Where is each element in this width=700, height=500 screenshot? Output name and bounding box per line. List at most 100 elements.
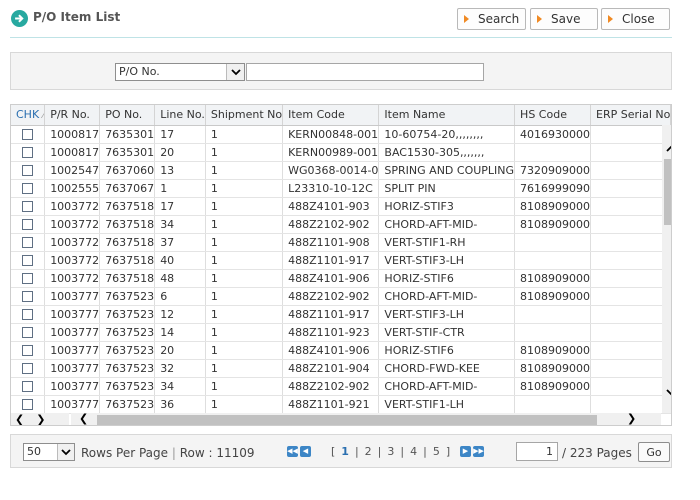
save-button[interactable]: Save [530,8,598,30]
chevron-down-icon[interactable] [57,444,74,460]
table-row[interactable]: 1003777 7637523 20 1 488Z4101-906 HORIZ-STIF6… [11,341,671,360]
page-link[interactable]: 4 [410,445,417,458]
header: P/O Item List Search Save Close [0,0,700,38]
go-button[interactable]: Go [638,442,670,462]
table-row[interactable]: 1003777 7637523 12 1 488Z1101-917 VERT-STIF3-… [11,305,671,324]
row-checkbox[interactable] [22,237,34,248]
search-button[interactable]: Search [457,8,526,30]
row-checkbox-cell[interactable] [11,395,46,414]
page-title: P/O Item List [33,10,121,24]
table-row[interactable]: 1000817 7635301 17 1 KERN00848-001 10-60754-2… [11,125,671,144]
table-row[interactable]: 1003777 7637523 36 1 488Z1101-921 VERT-STIF1-… [11,395,671,414]
scroll-right-icon[interactable]: ❯ [627,412,636,425]
scroll-right-icon[interactable]: ❯ [36,413,45,425]
last-page-icon[interactable]: ▶▶ [473,446,484,457]
table-row[interactable]: 1002555 7637067 1 1 L23310-10-12C SPLIT PIN 76… [11,179,671,198]
row-checkbox[interactable] [22,201,34,212]
chevron-down-icon[interactable] [226,64,244,80]
row-checkbox[interactable] [22,147,34,158]
first-page-icon[interactable]: ◀◀ [287,446,298,457]
scroll-up-icon[interactable] [662,139,671,157]
table-row[interactable]: 1003772 7637518 40 1 488Z1101-917 VERT-STIF3-… [11,251,671,270]
row-checkbox-cell[interactable] [11,359,46,378]
cell-qty [670,143,671,162]
frozen-horizontal-scrollbar[interactable]: ❮ ❯ [11,413,69,425]
scroll-left-icon[interactable]: ❮ [79,412,88,425]
page-link[interactable]: 5 [433,445,440,458]
cell-qty [670,377,671,396]
row-checkbox-cell[interactable] [11,269,46,288]
col-header-hs-code[interactable]: HS Code [514,105,592,126]
cell-qty [670,305,671,324]
row-checkbox-cell[interactable] [11,125,46,144]
row-checkbox[interactable] [22,273,34,284]
item-grid: CHK ⁄ P/R No. PO No. Line No. Shipment N… [10,104,672,426]
row-checkbox[interactable] [22,399,34,410]
row-checkbox-cell[interactable] [11,341,46,360]
cell-item-name: 10-60754-20,,,,,,,, [378,125,516,144]
cell-item-code: 488Z1101-908 [282,233,380,252]
row-checkbox[interactable] [22,255,34,266]
col-header-chk[interactable]: CHK ⁄ [11,105,46,126]
page-number-input[interactable]: 1 [516,442,558,461]
page-link[interactable]: 2 [365,445,372,458]
next-page-icon[interactable]: ▶ [460,446,471,457]
col-header-qty[interactable]: Qu [670,105,671,126]
row-checkbox-cell[interactable] [11,197,46,216]
row-checkbox[interactable] [22,381,34,392]
scroll-down-icon[interactable] [662,383,671,401]
vertical-scroll-thumb[interactable] [664,159,671,225]
row-checkbox-cell[interactable] [11,215,46,234]
row-checkbox-cell[interactable] [11,251,46,270]
col-header-line-no[interactable]: Line No. [154,105,206,126]
prev-page-icon[interactable]: ◀ [300,446,311,457]
row-checkbox-cell[interactable] [11,287,46,306]
page-link[interactable]: 1 [341,445,349,458]
rows-per-page-select[interactable]: 50 [23,443,75,461]
col-header-item-name[interactable]: Item Name [378,105,516,126]
scroll-left-icon[interactable]: ❮ [15,413,24,425]
table-row[interactable]: 1003772 7637518 17 1 488Z4101-903 HORIZ-STIF3… [11,197,671,216]
cell-erp-serial-no [590,269,671,288]
row-checkbox[interactable] [22,309,34,320]
cell-erp-serial-no [590,395,671,414]
vertical-scrollbar[interactable] [662,125,671,413]
row-checkbox[interactable] [22,363,34,374]
search-value-input[interactable] [246,63,484,81]
horizontal-scroll-thumb[interactable] [97,415,597,425]
cell-qty [670,161,671,180]
table-row[interactable]: 1003772 7637518 34 1 488Z2102-902 CHORD-AFT-M… [11,215,671,234]
col-header-po-no[interactable]: PO No. [99,105,156,126]
row-checkbox[interactable] [22,219,34,230]
page-link[interactable]: 3 [387,445,394,458]
col-header-pr-no[interactable]: P/R No. [44,105,101,126]
col-header-shipment-no[interactable]: Shipment No [205,105,284,126]
row-checkbox[interactable] [22,165,34,176]
row-checkbox-cell[interactable] [11,179,46,198]
col-header-item-code[interactable]: Item Code [282,105,380,126]
row-checkbox-cell[interactable] [11,323,46,342]
table-row[interactable]: 1003777 7637523 6 1 488Z2102-902 CHORD-AFT-MI… [11,287,671,306]
row-checkbox[interactable] [22,327,34,338]
table-row[interactable]: 1003772 7637518 37 1 488Z1101-908 VERT-STIF1-… [11,233,671,252]
table-row[interactable]: 1003777 7637523 34 1 488Z2102-902 CHORD-AFT-M… [11,377,671,396]
row-checkbox-cell[interactable] [11,305,46,324]
horizontal-scrollbar[interactable]: ❮ ❯ [71,412,661,425]
close-button[interactable]: Close [601,8,670,30]
row-checkbox-cell[interactable] [11,161,46,180]
table-row[interactable]: 1003777 7637523 14 1 488Z1101-923 VERT-STIF-C… [11,323,671,342]
search-field-select[interactable]: P/O No. [115,63,245,81]
table-row[interactable]: 1002547 7637060 13 1 WG0368-0014-0 SPRING AND… [11,161,671,180]
table-row[interactable]: 1003772 7637518 48 1 488Z4101-906 HORIZ-STIF6… [11,269,671,288]
table-row[interactable]: 1003777 7637523 32 1 488Z2101-904 CHORD-FWD-K… [11,359,671,378]
row-checkbox[interactable] [22,345,34,356]
col-header-erp-serial-no[interactable]: ERP Serial No [590,105,671,126]
cell-item-code: 488Z2101-904 [282,359,380,378]
row-checkbox[interactable] [22,129,34,140]
row-checkbox[interactable] [22,291,34,302]
table-row[interactable]: 1000817 7635301 20 1 KERN00989-001 BAC1530-30… [11,143,671,162]
row-checkbox-cell[interactable] [11,233,46,252]
row-checkbox[interactable] [22,183,34,194]
row-checkbox-cell[interactable] [11,377,46,396]
row-checkbox-cell[interactable] [11,143,46,162]
